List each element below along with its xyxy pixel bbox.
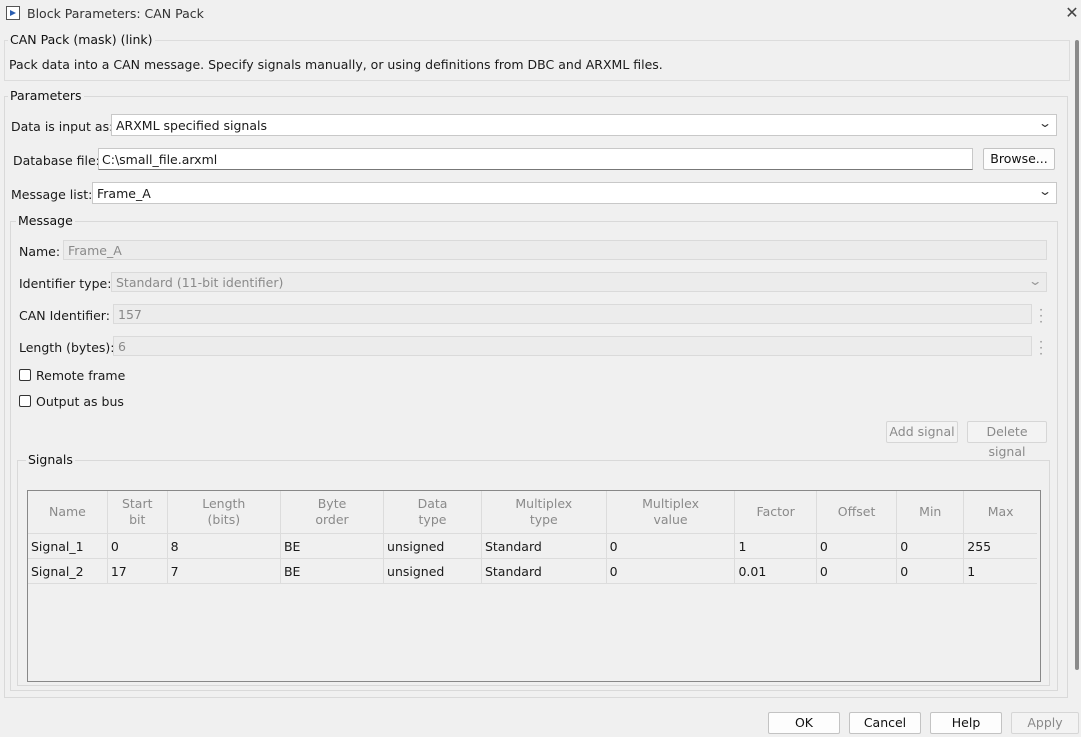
chevron-down-icon: ⌄ [1027,273,1043,288]
column-header[interactable]: Name [28,491,108,534]
column-header[interactable]: Length (bits) [167,491,281,534]
table-cell[interactable]: 0 [896,558,965,584]
can-identifier-field: 157 [113,304,1032,324]
vertical-scrollbar[interactable] [1075,40,1079,670]
table-cell[interactable]: 8 [167,533,281,559]
more-options-icon[interactable]: · · · [1038,304,1044,328]
table-cell[interactable]: Signal_1 [28,533,108,559]
length-value: 6 [118,339,126,354]
delete-signal-button[interactable]: Delete signal [967,421,1047,459]
message-list-dropdown[interactable]: Frame_A ⌄ [92,182,1057,204]
column-header[interactable]: Multiplex type [481,491,607,534]
message-heading: Message [16,213,75,228]
database-file-input[interactable]: C:\small_file.arxml [98,148,973,170]
data-input-label: Data is input as: [11,119,114,134]
message-list-value: Frame_A [97,186,151,201]
column-header[interactable]: Multiplex value [606,491,736,534]
table-header-row: Name Start bit Length (bits) Byte order Dat… [28,491,1037,534]
ok-button[interactable]: OK [768,712,840,734]
column-header[interactable]: Byte order [280,491,385,534]
table-cell[interactable]: 0 [816,533,898,559]
table-cell[interactable]: 0 [107,533,168,559]
window-title: Block Parameters: CAN Pack [27,6,204,21]
table-cell[interactable]: 1 [963,558,1037,584]
remote-frame-checkbox[interactable] [19,369,31,381]
table-cell[interactable]: 0 [896,533,965,559]
apply-button[interactable]: Apply [1011,712,1079,734]
simulink-block-icon [6,6,20,20]
identifier-type-dropdown: Standard (11-bit identifier) ⌄ [111,272,1047,292]
table-cell[interactable]: 1 [734,533,817,559]
length-field: 6 [113,336,1032,356]
name-value: Frame_A [68,243,122,258]
table-row[interactable]: Signal_2 17 7 BE unsigned Standard 0 0.0… [28,558,1037,584]
signals-table: Name Start bit Length (bits) Byte order Dat… [28,491,1037,584]
more-options-icon[interactable]: · · · [1038,336,1044,360]
output-bus-checkbox[interactable] [19,395,31,407]
can-identifier-value: 157 [118,307,142,322]
table-cell[interactable]: Standard [481,533,607,559]
database-file-label: Database file: [13,153,100,168]
table-cell[interactable]: unsigned [383,533,482,559]
column-header[interactable]: Max [963,491,1037,534]
table-cell[interactable]: Standard [481,558,607,584]
table-cell[interactable]: BE [280,533,385,559]
table-row[interactable]: Signal_1 0 8 BE unsigned Standard 0 1 0 … [28,533,1037,559]
name-field: Frame_A [63,240,1047,260]
length-label: Length (bytes): [19,340,115,355]
table-cell[interactable]: 0 [606,558,736,584]
output-bus-label: Output as bus [36,394,124,409]
table-cell[interactable]: 0.01 [734,558,817,584]
identifier-type-label: Identifier type: [19,276,112,291]
data-input-dropdown[interactable]: ARXML specified signals ⌄ [111,114,1057,136]
mask-description: Pack data into a CAN message. Specify si… [9,57,663,72]
close-icon[interactable]: ✕ [1063,4,1081,22]
help-button[interactable]: Help [930,712,1002,734]
column-header[interactable]: Factor [734,491,817,534]
mask-heading: CAN Pack (mask) (link) [8,32,155,47]
cancel-button[interactable]: Cancel [849,712,921,734]
table-cell[interactable]: unsigned [383,558,482,584]
identifier-type-value: Standard (11-bit identifier) [116,275,284,290]
chevron-down-icon: ⌄ [1037,116,1053,130]
table-cell[interactable]: 7 [167,558,281,584]
parameters-heading: Parameters [8,88,84,103]
browse-button[interactable]: Browse... [983,148,1055,170]
table-cell[interactable]: 0 [816,558,898,584]
data-input-value: ARXML specified signals [116,118,267,133]
table-cell[interactable]: BE [280,558,385,584]
message-list-label: Message list: [11,187,93,202]
database-file-value: C:\small_file.arxml [102,152,218,167]
column-header[interactable]: Data type [383,491,482,534]
can-identifier-label: CAN Identifier: [19,308,110,323]
chevron-down-icon: ⌄ [1037,184,1053,198]
column-header[interactable]: Offset [816,491,898,534]
add-signal-button[interactable]: Add signal [886,421,958,443]
remote-frame-label: Remote frame [36,368,126,383]
table-cell[interactable]: 0 [606,533,736,559]
table-cell[interactable]: 17 [107,558,168,584]
table-cell[interactable]: 255 [963,533,1037,559]
column-header[interactable]: Start bit [107,491,168,534]
column-header[interactable]: Min [896,491,965,534]
table-cell[interactable]: Signal_2 [28,558,108,584]
name-label: Name: [19,244,61,259]
signals-heading: Signals [26,452,75,467]
